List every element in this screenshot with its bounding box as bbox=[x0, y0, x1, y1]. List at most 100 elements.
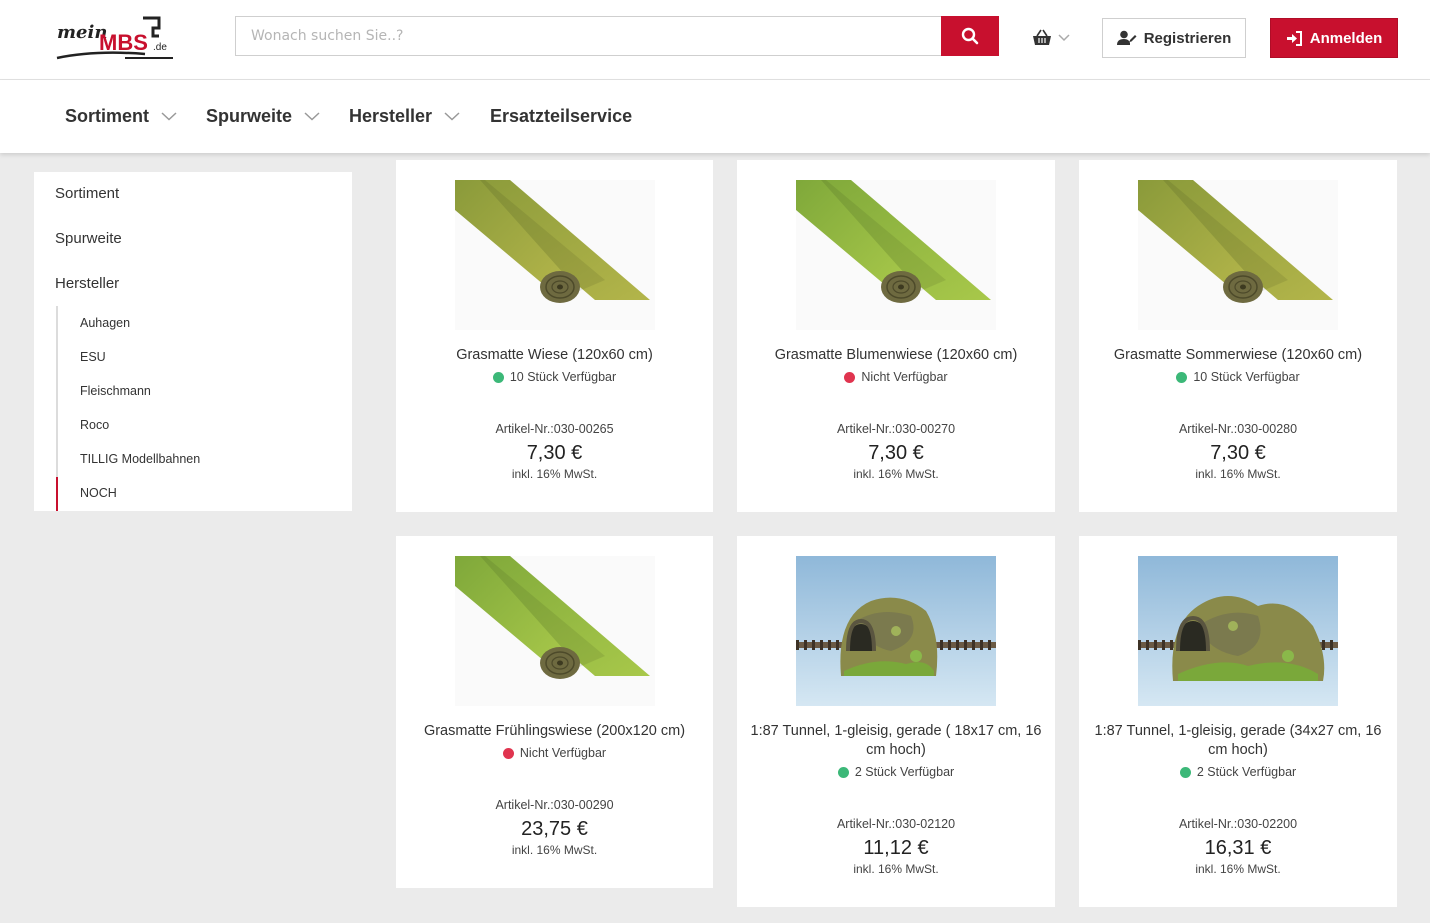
product-image[interactable] bbox=[1138, 180, 1338, 330]
availability-dot-icon bbox=[1176, 371, 1188, 383]
sidebar-item-spurweite[interactable]: Spurweite bbox=[55, 230, 122, 247]
product-image[interactable] bbox=[455, 556, 655, 706]
tax-note: inkl. 16% MwSt. bbox=[511, 843, 598, 857]
sidebar-item-esu[interactable]: ESU bbox=[80, 350, 106, 364]
search-bar bbox=[235, 16, 999, 56]
sidebar-item-roco[interactable]: Roco bbox=[80, 418, 109, 432]
site-logo[interactable]: mein MBS .de bbox=[55, 12, 175, 64]
tax-note: inkl. 16% MwSt. bbox=[853, 862, 939, 876]
register-label: Registrieren bbox=[1143, 29, 1232, 47]
chevron-down-icon bbox=[161, 112, 177, 121]
grass-mat-icon bbox=[455, 556, 655, 706]
article-number: Artikel-Nr.:030-00280 bbox=[1178, 422, 1298, 436]
tax-note: inkl. 16% MwSt. bbox=[511, 467, 598, 481]
search-button[interactable] bbox=[941, 16, 999, 56]
chevron-down-icon bbox=[444, 112, 460, 121]
product-title[interactable]: Grasmatte Frühlingswiese (200x120 cm) bbox=[406, 722, 703, 741]
search-input[interactable] bbox=[235, 16, 941, 56]
product-price: 7,30 € bbox=[868, 442, 924, 464]
header: mein MBS .de Wonach suchen Sie..? Regist… bbox=[0, 0, 1430, 80]
sidebar-item-hersteller[interactable]: Hersteller bbox=[55, 275, 119, 292]
stock-status: Nicht Verfügbar bbox=[737, 370, 1055, 384]
nav-label: Spurweite bbox=[206, 106, 293, 126]
nav-label: Hersteller bbox=[349, 106, 433, 126]
tax-note: inkl. 16% MwSt. bbox=[853, 467, 939, 481]
product-card[interactable]: Grasmatte Sommerwiese (120x60 cm) 10 Stü… bbox=[1079, 160, 1397, 512]
search-icon bbox=[961, 27, 979, 45]
tax-note: inkl. 16% MwSt. bbox=[1195, 467, 1281, 481]
sidebar-item-noch[interactable]: NOCH bbox=[80, 486, 117, 500]
tax-note: inkl. 16% MwSt. bbox=[1195, 862, 1281, 876]
product-title[interactable]: 1:87 Tunnel, 1-gleisig, gerade ( 18x17 c… bbox=[747, 722, 1045, 760]
product-price: 16,31 € bbox=[1204, 837, 1272, 859]
user-plus-icon bbox=[1116, 30, 1137, 45]
product-image[interactable] bbox=[796, 556, 996, 706]
product-price: 11,12 € bbox=[863, 837, 929, 859]
grass-mat-icon bbox=[796, 180, 996, 330]
product-price: 23,75 € bbox=[521, 818, 588, 840]
login-button[interactable]: Anmelden bbox=[1270, 18, 1398, 58]
nav-item-sortiment[interactable]: Sortiment bbox=[65, 80, 177, 153]
product-card[interactable]: Grasmatte Blumenwiese (120x60 cm) Nicht … bbox=[737, 160, 1055, 512]
stock-status: 2 Stück Verfügbar bbox=[737, 765, 1055, 779]
article-number: Artikel-Nr.:030-00290 bbox=[495, 798, 614, 812]
sign-in-icon bbox=[1286, 30, 1302, 46]
basket-icon bbox=[1033, 29, 1051, 45]
product-price: 7,30 € bbox=[526, 442, 583, 464]
stock-text: Nicht Verfügbar bbox=[861, 370, 948, 384]
stock-text: 10 Stück Verfügbar bbox=[1193, 370, 1300, 384]
stock-status: 10 Stück Verfügbar bbox=[1079, 370, 1397, 384]
nav-item-spurweite[interactable]: Spurweite bbox=[206, 80, 320, 153]
product-price: 7,30 € bbox=[1210, 442, 1266, 464]
product-title[interactable]: Grasmatte Wiese (120x60 cm) bbox=[406, 346, 703, 365]
product-card[interactable]: 1:87 Tunnel, 1-gleisig, gerade ( 18x17 c… bbox=[737, 536, 1055, 907]
availability-dot-icon bbox=[492, 371, 504, 383]
product-image[interactable] bbox=[455, 180, 655, 330]
article-number: Artikel-Nr.:030-02120 bbox=[836, 817, 956, 831]
nav-label: Ersatzteilservice bbox=[490, 106, 633, 126]
sidebar-item-fleischmann[interactable]: Fleischmann bbox=[80, 384, 151, 398]
nav-label: Sortiment bbox=[65, 106, 150, 126]
stock-text: Nicht Verfügbar bbox=[519, 746, 607, 760]
article-number: Artikel-Nr.:030-00265 bbox=[495, 422, 614, 436]
product-image[interactable] bbox=[796, 180, 996, 330]
chevron-down-icon bbox=[1058, 34, 1070, 42]
main-navigation: Sortiment Spurweite Hersteller Ersatztei… bbox=[0, 80, 1430, 153]
sidebar-item-sortiment[interactable]: Sortiment bbox=[55, 185, 119, 202]
stock-text: 10 Stück Verfügbar bbox=[509, 370, 617, 384]
chevron-down-icon bbox=[304, 112, 320, 121]
availability-dot-icon bbox=[502, 747, 514, 759]
stock-status: 2 Stück Verfügbar bbox=[1079, 765, 1397, 779]
sidebar-item-tillig[interactable]: TILLIG Modellbahnen bbox=[80, 452, 200, 466]
product-card[interactable]: Grasmatte Frühlingswiese (200x120 cm) Ni… bbox=[396, 536, 713, 888]
grass-mat-icon bbox=[455, 180, 655, 330]
stock-text: 2 Stück Verfügbar bbox=[854, 765, 955, 779]
grass-mat-icon bbox=[1138, 180, 1338, 330]
article-number: Artikel-Nr.:030-02200 bbox=[1178, 817, 1298, 831]
stock-text: 2 Stück Verfügbar bbox=[1196, 765, 1297, 779]
svg-text:MBS: MBS bbox=[99, 30, 148, 55]
active-indicator bbox=[56, 477, 58, 511]
tunnel-icon bbox=[796, 556, 996, 706]
product-title[interactable]: Grasmatte Blumenwiese (120x60 cm) bbox=[747, 346, 1045, 365]
product-card[interactable]: 1:87 Tunnel, 1-gleisig, gerade (34x27 cm… bbox=[1079, 536, 1397, 907]
availability-dot-icon bbox=[844, 371, 856, 383]
nav-item-hersteller[interactable]: Hersteller bbox=[349, 80, 460, 153]
sidebar: Sortiment Spurweite Hersteller Auhagen E… bbox=[34, 172, 352, 511]
product-title[interactable]: 1:87 Tunnel, 1-gleisig, gerade (34x27 cm… bbox=[1089, 722, 1387, 760]
basket-button[interactable] bbox=[1032, 26, 1076, 50]
product-card[interactable]: Grasmatte Wiese (120x60 cm) 10 Stück Ver… bbox=[396, 160, 713, 512]
tunnel-icon bbox=[1138, 556, 1338, 706]
svg-text:.de: .de bbox=[153, 42, 167, 53]
product-image[interactable] bbox=[1138, 556, 1338, 706]
article-number: Artikel-Nr.:030-00270 bbox=[836, 422, 956, 436]
product-title[interactable]: Grasmatte Sommerwiese (120x60 cm) bbox=[1089, 346, 1387, 365]
stock-status: 10 Stück Verfügbar bbox=[396, 370, 713, 384]
manufacturer-list: Auhagen ESU Fleischmann Roco TILLIG Mode… bbox=[56, 306, 346, 511]
nav-item-ersatzteilservice[interactable]: Ersatzteilservice bbox=[490, 80, 632, 153]
stock-status: Nicht Verfügbar bbox=[396, 746, 713, 760]
logo-icon: mein MBS .de bbox=[56, 16, 173, 60]
sidebar-item-auhagen[interactable]: Auhagen bbox=[80, 316, 130, 330]
availability-dot-icon bbox=[837, 766, 849, 778]
register-button[interactable]: Registrieren bbox=[1102, 18, 1246, 58]
